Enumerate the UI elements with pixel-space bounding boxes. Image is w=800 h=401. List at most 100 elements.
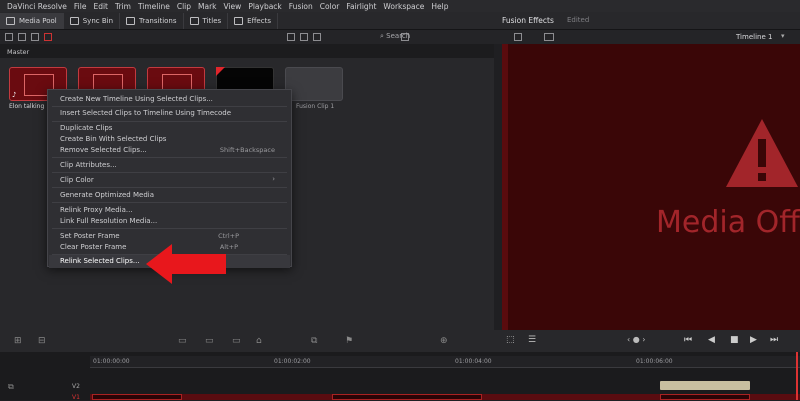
marker-icon[interactable]: ⊕ (440, 336, 448, 346)
power-bin-icon[interactable] (44, 33, 52, 41)
sync-bin-label: Sync Bin (82, 16, 114, 25)
menu-bar: DaVinci Resolve File Edit Trim Timeline … (0, 0, 800, 12)
warning-icon (726, 119, 798, 187)
stop-icon[interactable]: ■ (730, 335, 739, 345)
shortcut-set-poster: Ctrl+P (218, 232, 239, 240)
insert-clip-icon[interactable]: ▭ (178, 336, 187, 346)
toolbar: Media Pool Sync Bin Transitions Titles E… (0, 12, 800, 30)
menu-color[interactable]: Color (320, 2, 340, 11)
menu-item-optimized-media[interactable]: Generate Optimized Media (60, 191, 154, 199)
bin-list-icon[interactable] (18, 33, 26, 41)
prev-marker-icon[interactable]: ‹ ● › (627, 335, 645, 344)
overwrite-clip-icon[interactable]: ▭ (205, 336, 214, 346)
menu-item-insert-timecode[interactable]: Insert Selected Clips to Timeline Using … (60, 109, 231, 117)
menu-item-duplicate[interactable]: Duplicate Clips (60, 124, 112, 132)
timeline-ruler[interactable]: 01:00:00:00 01:00:02:00 01:00:04:00 01:0… (90, 356, 800, 368)
menu-item-create-timeline[interactable]: Create New Timeline Using Selected Clips… (60, 95, 213, 103)
menu-separator (52, 121, 287, 122)
timecode: 01:00:00:00 (93, 358, 130, 365)
menu-app[interactable]: DaVinci Resolve (7, 2, 67, 11)
viewer-options-icon[interactable]: ⬚ (506, 335, 515, 345)
menu-separator (52, 172, 287, 173)
edit-mode-icon[interactable]: ⊞ (14, 336, 22, 346)
sync-bin-button[interactable]: Sync Bin (64, 12, 121, 29)
transport-controls: ⬚ ☰ ‹ ● › ⏮ ◀ ■ ▶ ⏭ (494, 330, 800, 352)
timeline-clip[interactable] (332, 394, 482, 400)
menu-separator (52, 228, 287, 229)
menu-fairlight[interactable]: Fairlight (346, 2, 376, 11)
menu-workspace[interactable]: Workspace (383, 2, 424, 11)
menu-item-relink-proxy[interactable]: Relink Proxy Media... (60, 206, 133, 214)
metadata-view-icon[interactable] (313, 33, 321, 41)
menu-item-relink-selected[interactable]: Relink Selected Clips... (60, 257, 140, 265)
menu-timeline[interactable]: Timeline (138, 2, 170, 11)
menu-item-attributes[interactable]: Clip Attributes... (60, 161, 117, 169)
titles-button[interactable]: Titles (184, 12, 229, 29)
clip-label: Elon talking (9, 103, 45, 110)
red-arrow-annotation (146, 244, 226, 284)
audio-note-icon: ♪ (12, 91, 17, 99)
media-pool-label: Media Pool (19, 16, 57, 25)
play-reverse-icon[interactable]: ◀ (708, 335, 715, 345)
replace-clip-icon[interactable]: ▭ (232, 336, 241, 346)
media-offline-text: Media Off (656, 205, 800, 240)
context-menu: Create New Timeline Using Selected Clips… (47, 89, 292, 268)
timeline-toolbar: ⊞ ⊟ ▭ ▭ ▭ ⌂ ⧉ ⚑ ⊕ (0, 330, 494, 352)
viewer-status: Edited (567, 16, 590, 24)
menu-playback[interactable]: Playback (248, 2, 281, 11)
media-pool-button[interactable]: Media Pool (0, 12, 64, 29)
timecode: 01:00:04:00 (455, 358, 492, 365)
viewer-header: Timeline 1 ▾ (494, 30, 800, 44)
inspector-icon[interactable]: ☰ (528, 335, 536, 345)
play-icon[interactable]: ▶ (750, 335, 757, 345)
playhead[interactable] (796, 352, 798, 400)
go-to-start-icon[interactable]: ⏮ (684, 335, 692, 345)
sync-bin-icon (69, 16, 79, 25)
viewer-layout-icon[interactable] (544, 33, 554, 41)
panel-toggle-icon[interactable] (5, 33, 13, 41)
menu-item-clip-color[interactable]: Clip Color (60, 176, 94, 184)
menu-item-set-poster[interactable]: Set Poster Frame (60, 232, 120, 240)
flag-icon[interactable]: ⚑ (345, 336, 353, 346)
titles-icon (189, 16, 199, 25)
track-tools-icon[interactable]: ⧉ (8, 382, 14, 392)
effects-icon (234, 16, 244, 25)
trim-mode-icon[interactable]: ⊟ (38, 336, 46, 346)
transitions-icon (126, 16, 136, 25)
viewer-mode-icon[interactable] (514, 33, 522, 41)
timeline-clip[interactable] (660, 394, 750, 400)
timecode: 01:00:02:00 (274, 358, 311, 365)
fusion-clip-thumbnail[interactable] (285, 67, 343, 101)
thumbnail-view-icon[interactable] (287, 33, 295, 41)
smart-bin-icon[interactable] (31, 33, 39, 41)
media-pool-icon (6, 16, 15, 25)
search-field[interactable]: ⌕ Search (380, 32, 450, 42)
menu-mark[interactable]: Mark (198, 2, 217, 11)
menu-separator (52, 106, 287, 107)
bin-name: Master (0, 44, 494, 58)
transitions-button[interactable]: Transitions (120, 12, 184, 29)
menu-fusion[interactable]: Fusion (289, 2, 313, 11)
titles-label: Titles (202, 16, 222, 25)
menu-item-remove[interactable]: Remove Selected Clips... (60, 146, 147, 154)
snapping-icon[interactable]: ⌂ (256, 336, 262, 346)
link-icon[interactable]: ⧉ (311, 336, 317, 346)
menu-file[interactable]: File (74, 2, 87, 11)
list-view-icon[interactable] (300, 33, 308, 41)
viewer-title: Fusion Effects (502, 16, 554, 25)
menu-view[interactable]: View (224, 2, 242, 11)
go-to-end-icon[interactable]: ⏭ (770, 335, 778, 345)
effects-button[interactable]: Effects (228, 12, 278, 29)
menu-trim[interactable]: Trim (115, 2, 131, 11)
timeline-clip-v2[interactable] (660, 381, 750, 390)
menu-edit[interactable]: Edit (93, 2, 108, 11)
chevron-down-icon[interactable]: ▾ (781, 32, 785, 40)
timeline-name[interactable]: Timeline 1 (736, 33, 772, 41)
menu-separator (52, 202, 287, 203)
timeline-clip[interactable] (92, 394, 182, 400)
menu-item-link-full-res[interactable]: Link Full Resolution Media... (60, 217, 157, 225)
menu-help[interactable]: Help (431, 2, 448, 11)
menu-clip[interactable]: Clip (177, 2, 191, 11)
menu-item-clear-poster[interactable]: Clear Poster Frame (60, 243, 126, 251)
menu-item-create-bin[interactable]: Create Bin With Selected Clips (60, 135, 166, 143)
